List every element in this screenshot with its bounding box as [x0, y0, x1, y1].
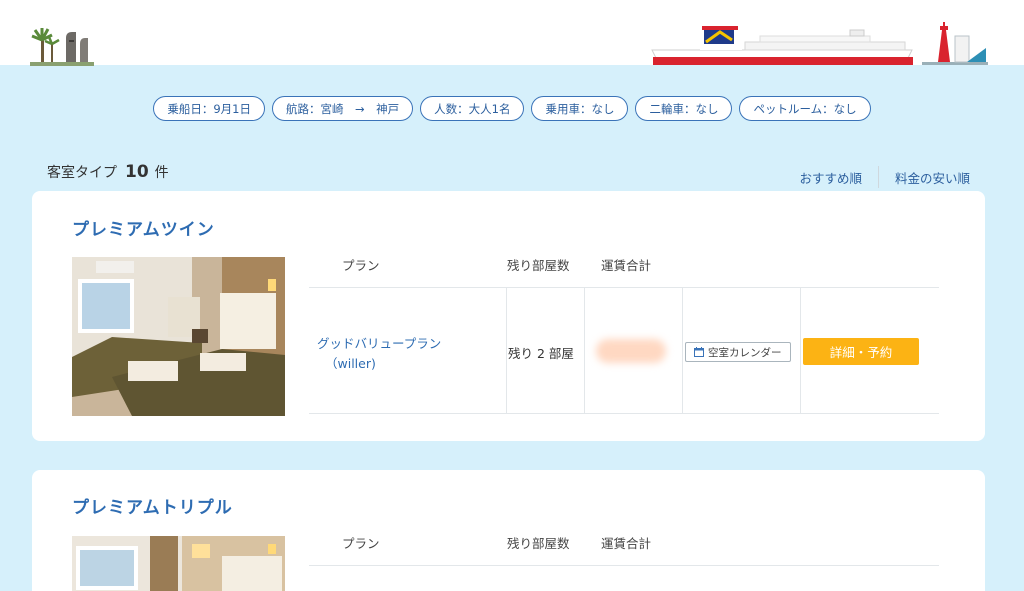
header-plan: プラン [342, 536, 380, 551]
vacancy-calendar-label: 空室カレンダー [708, 346, 782, 359]
plan-operator[interactable]: （willer) [317, 354, 441, 374]
table-divider [309, 413, 939, 414]
details-reserve-button[interactable]: 詳細・予約 [803, 338, 919, 365]
rooms-left-value: 残り 2 部屋 [508, 346, 574, 361]
column-divider [682, 287, 683, 413]
filter-chip-date[interactable]: 乗船日：9月1日 [153, 96, 265, 121]
room-card-premium-triple: プレミアムトリプル プラン 残り部屋数 運賃合計 [32, 470, 985, 591]
ferry-illustration [651, 26, 913, 65]
header-rooms-left: 残り部屋数 [507, 258, 570, 273]
result-count-number: 10 [125, 162, 149, 182]
room-photo-twin[interactable] [72, 257, 285, 416]
column-divider [506, 287, 507, 413]
sort-recommended-link[interactable]: おすすめ順 [799, 168, 862, 187]
port-tower-illustration [922, 22, 988, 65]
result-count-unit: 件 [154, 165, 169, 181]
palm-moai-illustration [30, 28, 94, 66]
room-title[interactable]: プレミアムトリプル [72, 493, 233, 518]
filter-chip-people[interactable]: 人数：大人1名 [420, 96, 525, 121]
room-photo-triple[interactable] [72, 536, 285, 591]
header-rooms-left: 残り部屋数 [507, 536, 570, 551]
search-condition-chips: 乗船日：9月1日 航路：宮崎 → 神戸 人数：大人1名 乗用車：なし 二輪車：な… [0, 96, 1024, 121]
calendar-icon [694, 347, 704, 357]
result-count: 客室タイプ 10 件 [47, 162, 169, 182]
sort-options: おすすめ順 料金の安い順 [799, 166, 970, 188]
plan-table-header: プラン 残り部屋数 運賃合計 [309, 251, 939, 281]
column-divider [800, 287, 801, 413]
table-divider [309, 287, 939, 288]
result-count-label: 客室タイプ [47, 165, 117, 181]
plan-name[interactable]: グッドバリュープラン [317, 336, 441, 351]
filter-chip-bike[interactable]: 二輪車：なし [635, 96, 733, 121]
header-fare-total: 運賃合計 [601, 258, 652, 273]
room-title[interactable]: プレミアムツイン [72, 215, 215, 240]
header-fare-total: 運賃合計 [601, 536, 652, 551]
filter-chip-pet-room[interactable]: ペットルーム：なし [739, 96, 871, 121]
sort-cheapest-link[interactable]: 料金の安い順 [895, 168, 970, 187]
filter-chip-route[interactable]: 航路：宮崎 → 神戸 [272, 96, 414, 121]
header-plan: プラン [342, 258, 380, 273]
table-divider [309, 565, 939, 566]
fare-total-value-blurred [596, 339, 666, 363]
room-card-premium-twin: プレミアムツイン プラン 残り部屋数 運賃合計 グッドバリュープラン （will… [32, 191, 985, 441]
column-divider [584, 287, 585, 413]
plan-table-header: プラン 残り部屋数 運賃合計 [309, 529, 939, 559]
filter-chip-car[interactable]: 乗用車：なし [531, 96, 629, 121]
vacancy-calendar-button[interactable]: 空室カレンダー [685, 342, 791, 362]
plan-link-good-value[interactable]: グッドバリュープラン （willer) [317, 334, 441, 374]
header [0, 0, 1024, 66]
sort-divider [877, 166, 879, 188]
